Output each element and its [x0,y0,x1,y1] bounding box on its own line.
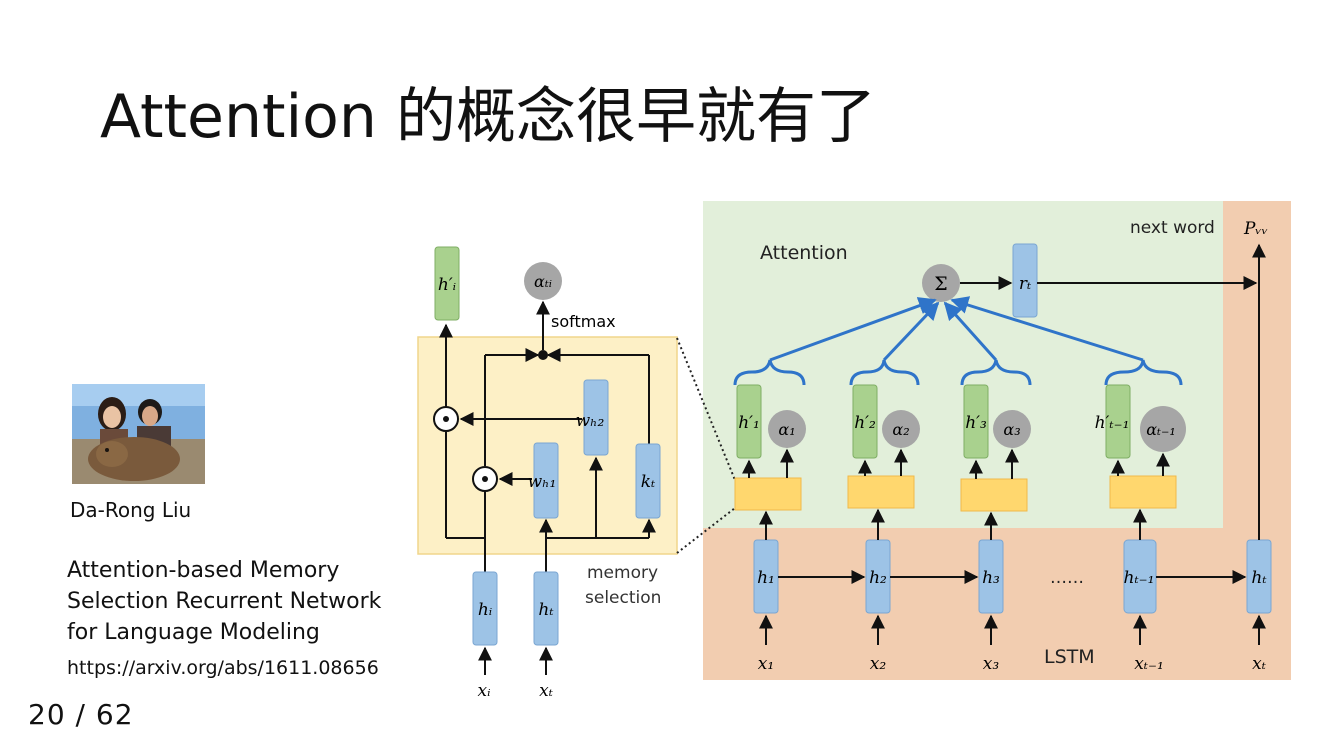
p-w-label: Pᵥᵥ [1243,219,1268,239]
htm1-prime-label: h′ₜ₋₁ [1095,413,1130,433]
h3-label: h₃ [982,568,1000,588]
h1-label: h₁ [757,568,775,588]
alpha1-label: α₁ [778,420,795,439]
alpha3-label: α₃ [1003,420,1020,439]
attention-unit-t-1 [1109,475,1177,509]
xt-label-right: xₜ [1252,654,1267,674]
next-word-label: next word [1130,218,1215,238]
alpha-tm1-label: αₜ₋₁ [1146,420,1176,439]
sigma-label: Σ [934,273,947,295]
w-h1-label: wₕ₁ [528,472,557,492]
h-i-label: hᵢ [478,600,492,620]
x1-label: x₁ [758,654,774,674]
x2-label: x₂ [870,654,887,674]
h-i-prime-label: h′ᵢ [438,275,456,295]
r-t-label: rₜ [1019,274,1032,294]
h-t-label: hₜ [538,600,554,620]
x-i-label: xᵢ [477,681,490,701]
h2-prime-label: h′₂ [854,413,876,433]
memory-selection-label: memory selection [585,563,663,608]
htm1-label: hₜ₋₁ [1124,568,1155,588]
attention-label: Attention [760,242,848,264]
attention-unit-3 [960,478,1028,512]
h1-prime-label: h′₁ [738,413,760,433]
lstm-label: LSTM [1044,646,1095,668]
alpha-ti-label: αₜᵢ [534,272,552,291]
xtm1-label: xₜ₋₁ [1134,654,1164,674]
architecture-diagram: h′ᵢ αₜᵢ softmax wₕ₂ wₕ₁ kₜ hᵢ hₜ xᵢ xₜ m… [417,201,1291,701]
softmax-label: softmax [551,312,616,331]
w-h2-label: wₕ₂ [576,411,605,431]
x-t-label-left: xₜ [539,681,554,701]
alpha2-label: α₂ [892,420,909,439]
x3-label: x₃ [983,654,1000,674]
attention-unit-2 [847,475,915,509]
k-t-label: kₜ [641,472,656,492]
attention-unit-1 [734,477,802,511]
h3-prime-label: h′₃ [965,413,987,433]
ht-label: hₜ [1251,568,1267,588]
ellipsis-label: …… [1050,568,1084,588]
h2-label: h₂ [869,568,887,588]
